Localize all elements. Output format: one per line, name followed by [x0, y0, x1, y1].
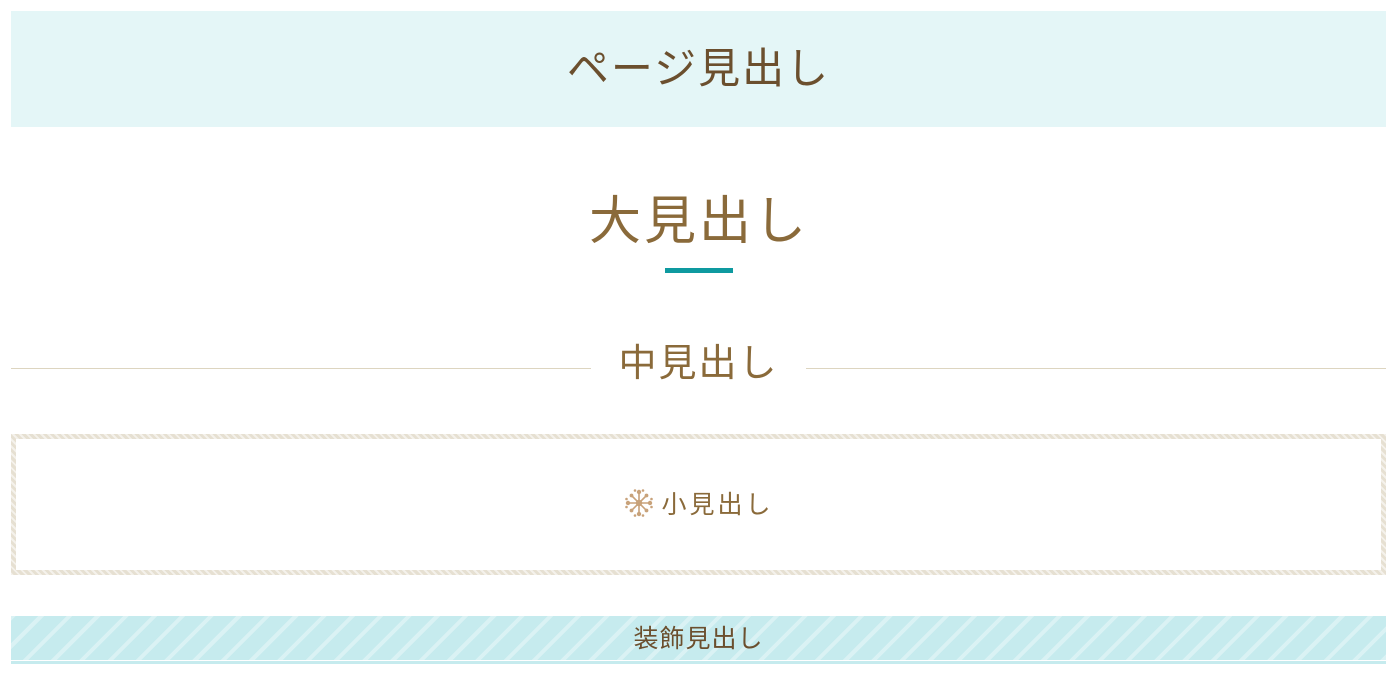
snowflake-ornament-icon	[623, 487, 655, 523]
medium-heading-rule-right	[806, 368, 1386, 369]
large-heading: 大見出し	[588, 192, 809, 252]
medium-heading-block: 中見出し	[591, 344, 806, 382]
small-heading: 小見出し	[661, 490, 774, 519]
decorative-heading-band: 装飾見出し	[11, 616, 1386, 660]
heading-samples-page: ページ見出し 大見出し 中見出し 小見出し 装飾見出し	[0, 0, 1398, 678]
small-heading-block: 小見出し	[623, 487, 773, 523]
page-heading-band: ページ見出し	[11, 11, 1386, 127]
decorative-heading-underline	[11, 661, 1386, 664]
decorative-heading: 装飾見出し	[633, 623, 764, 653]
medium-heading-rule-left	[11, 368, 591, 369]
small-heading-box: 小見出し	[11, 434, 1386, 575]
page-heading: ページ見出し	[566, 44, 831, 93]
large-heading-underline	[665, 268, 733, 273]
medium-heading: 中見出し	[618, 341, 779, 385]
large-heading-block: 大見出し	[0, 196, 1398, 248]
